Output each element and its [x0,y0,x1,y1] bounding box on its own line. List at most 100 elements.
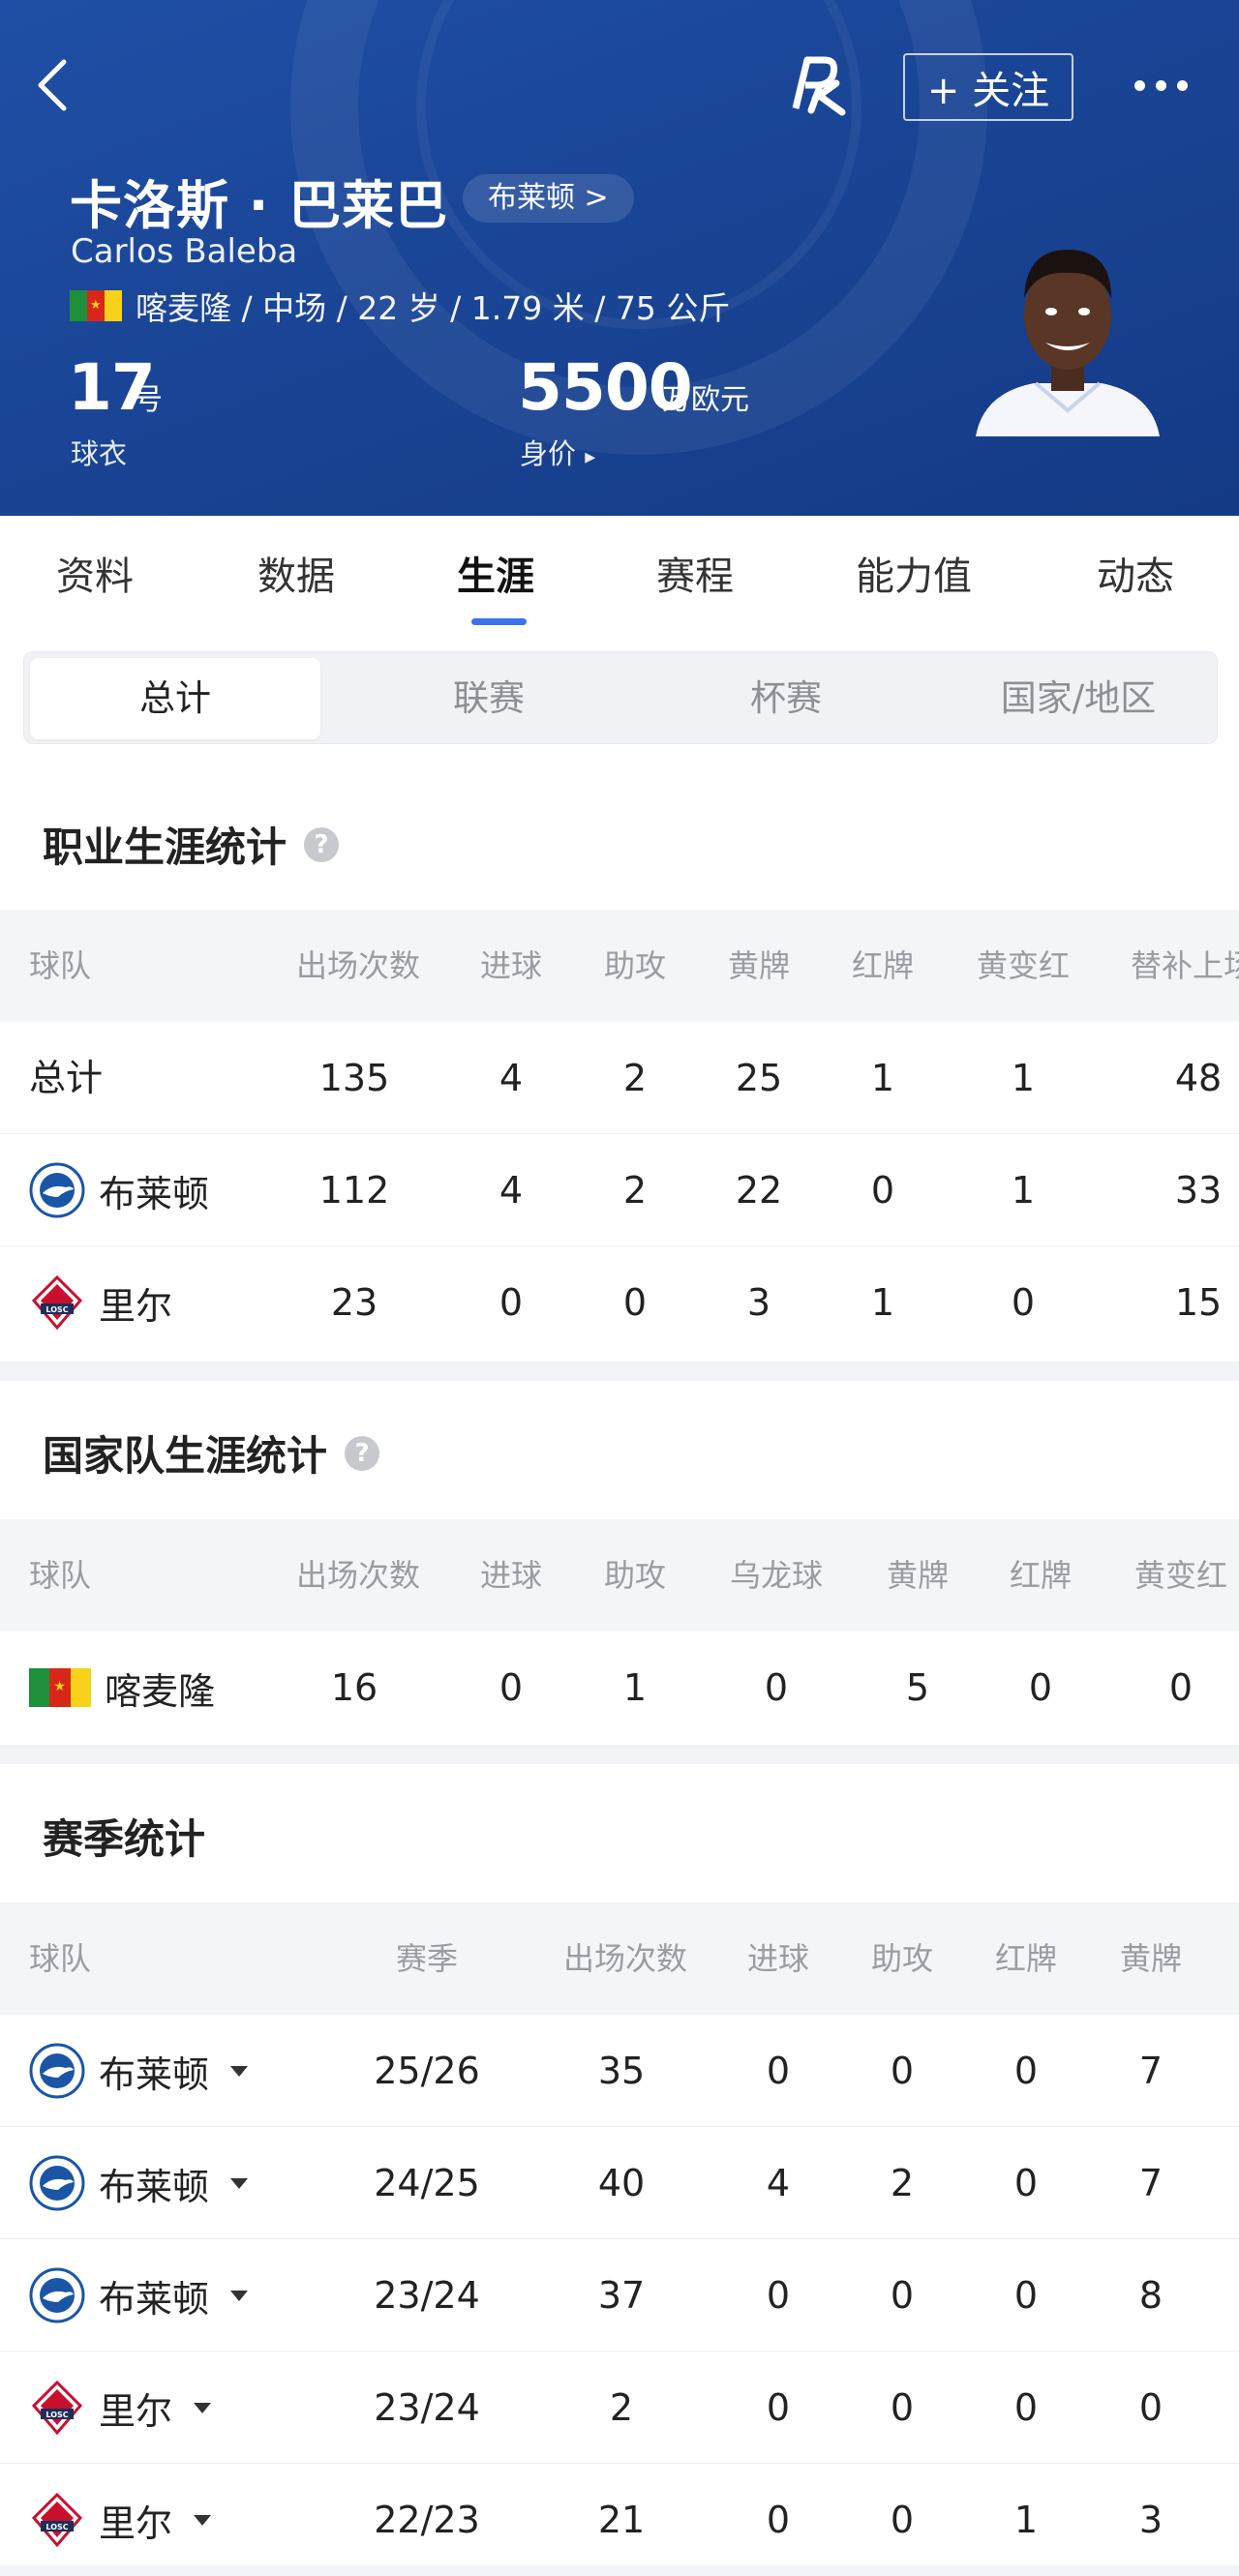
cell-goals: 4 [499,1169,524,1212]
caret-down-icon[interactable] [194,2402,212,2413]
career-stats-title-text: 职业生涯统计 [43,824,287,871]
col-red: 红牌 [994,1940,1057,1977]
team-name: 布莱顿 [99,2277,210,2321]
table-row[interactable]: 总计 135 4 2 25 1 1 48 [0,1022,1239,1134]
career-stats-section: 职业生涯统计 ? 球队 出场次数 进球 助攻 黄牌 红牌 黄变红 替补上场 总计… [0,786,1239,1362]
cell-yellow: 8 [1138,2274,1163,2317]
cell-own-goals: 0 [764,1666,789,1709]
table-row[interactable]: 布莱顿 24/25 40 4 2 0 7 [0,2127,1239,2239]
col-appearances: 出场次数 [563,1940,688,1977]
player-name-english: Carlos Baleba [71,232,298,271]
cell-assists: 2 [622,1057,648,1099]
table-row[interactable]: 布莱顿 23/24 37 0 0 0 8 [0,2239,1239,2351]
market-value-link[interactable]: 身价 ▸ [520,432,595,472]
caret-down-icon[interactable] [230,2177,249,2189]
col-second-yellow: 黄变红 [976,947,1070,984]
cell-appearances: 135 [318,1057,390,1099]
cell-yellow: 3 [746,1281,771,1324]
cell-assists: 0 [890,2274,915,2317]
pk-logo-icon [792,56,846,116]
tab-news[interactable]: 动态 [1097,545,1174,601]
team-cell[interactable]: 布莱顿 [29,2155,249,2211]
cell-appearances: 37 [597,2274,646,2317]
team-name: 布莱顿 [99,2052,210,2096]
table-row[interactable]: 布莱顿 112 4 2 22 0 1 33 [0,1134,1239,1246]
table-row[interactable]: ★ 喀麦隆 16 0 1 0 5 0 0 [0,1632,1239,1744]
cell-red: 1 [870,1057,895,1099]
top-bar: + 关注 [0,0,1239,174]
cell-goals: 0 [766,2274,791,2317]
col-appearances: 出场次数 [296,947,421,984]
section-divider [0,1362,1239,1381]
col-own-goals: 乌龙球 [729,1557,823,1594]
tab-schedule[interactable]: 赛程 [656,545,734,601]
col-assists: 助攻 [603,1557,666,1594]
cell-red: 0 [1013,2162,1039,2204]
tab-stats[interactable]: 数据 [257,545,335,601]
col-red: 红牌 [851,947,914,984]
col-yellow: 黄牌 [727,947,790,984]
segment-total[interactable]: 总计 [30,658,320,739]
lille-crest-icon: LOSC [31,2380,83,2436]
caret-down-icon[interactable] [230,2065,249,2077]
cell-red: 1 [870,1281,895,1324]
cell-season: 23/24 [374,2274,480,2317]
national-stats-title: 国家队生涯统计 ? [43,1423,380,1483]
col-yellow: 黄牌 [1119,1940,1182,1977]
caret-down-icon[interactable] [230,2290,249,2301]
col-yellow: 黄牌 [886,1557,949,1594]
col-assists: 助攻 [603,947,666,984]
follow-button[interactable]: + 关注 [903,53,1073,121]
team-cell[interactable]: LOSC 里尔 [29,2492,212,2548]
svg-text:LOSC: LOSC [45,1305,68,1314]
help-icon[interactable]: ? [304,826,340,862]
career-table-header: 球队 出场次数 进球 助攻 黄牌 红牌 黄变红 替补上场 [0,910,1239,1022]
tab-profile[interactable]: 资料 [56,545,134,601]
team-link[interactable]: 布莱顿 > [463,174,634,223]
filter-segment: 总计 联赛 杯赛 国家/地区 [23,651,1218,744]
col-team: 球队 [29,947,92,984]
player-info-text: 喀麦隆 / 中场 / 22 岁 / 1.79 米 / 75 公斤 [136,289,731,327]
segment-cup[interactable]: 杯赛 [641,652,931,745]
jersey-label: 球衣 [71,437,128,470]
cell-goals: 0 [499,1281,524,1324]
cell-goals: 4 [499,1057,524,1099]
cell-assists: 2 [890,2162,915,2204]
cameroon-flag-icon: ★ [70,290,122,321]
back-arrow-icon[interactable] [29,56,77,114]
national-stats-section: 国家队生涯统计 ? 球队 出场次数 进球 助攻 乌龙球 黄牌 红牌 黄变红 ★ … [0,1381,1239,1764]
lille-crest-icon: LOSC [31,2492,83,2548]
table-row[interactable]: LOSC 里尔 23 0 0 3 1 0 15 [0,1246,1239,1359]
segment-league[interactable]: 联赛 [344,652,634,745]
player-info: ★ 喀麦隆 / 中场 / 22 岁 / 1.79 米 / 75 公斤 [70,283,730,329]
caret-down-icon[interactable] [194,2514,212,2526]
col-second-yellow: 黄变红 [1133,1557,1227,1594]
table-row[interactable]: LOSC 里尔 22/23 21 0 0 1 3 [0,2464,1239,2576]
active-tab-indicator [471,618,527,625]
cell-goals: 0 [766,2050,791,2092]
table-row[interactable]: LOSC 里尔 23/24 2 0 0 0 0 [0,2351,1239,2464]
cell-appearances: 112 [318,1169,390,1212]
cell-yellow: 25 [735,1057,783,1099]
more-options-icon[interactable] [1134,74,1193,97]
team-cell[interactable]: LOSC 里尔 [29,2380,212,2436]
cell-goals: 0 [766,2386,791,2429]
lille-crest-icon: LOSC [31,1274,83,1331]
col-season: 赛季 [395,1940,458,1977]
brighton-crest-icon [29,2155,85,2211]
cell-second-yellow: 1 [1011,1169,1036,1212]
team-cell[interactable]: 布莱顿 [29,2267,249,2323]
cell-season: 24/25 [374,2162,480,2204]
tab-career[interactable]: 生涯 [457,545,534,601]
cell-red: 0 [1028,1666,1053,1709]
market-value-unit: 万欧元 [662,383,749,417]
tab-ratings[interactable]: 能力值 [856,545,972,601]
segment-national[interactable]: 国家/地区 [938,652,1219,745]
national-table-header: 球队 出场次数 进球 助攻 乌龙球 黄牌 红牌 黄变红 [0,1519,1239,1632]
table-row[interactable]: 布莱顿 25/26 35 0 0 0 7 [0,2015,1239,2127]
main-tabs: 资料 数据 生涯 赛程 能力值 动态 [0,516,1239,628]
player-name: 卡洛斯 · 巴莱巴 [70,175,449,236]
cell-season: 25/26 [374,2050,480,2092]
team-cell[interactable]: 布莱顿 [29,2043,249,2099]
help-icon[interactable]: ? [345,1435,380,1471]
